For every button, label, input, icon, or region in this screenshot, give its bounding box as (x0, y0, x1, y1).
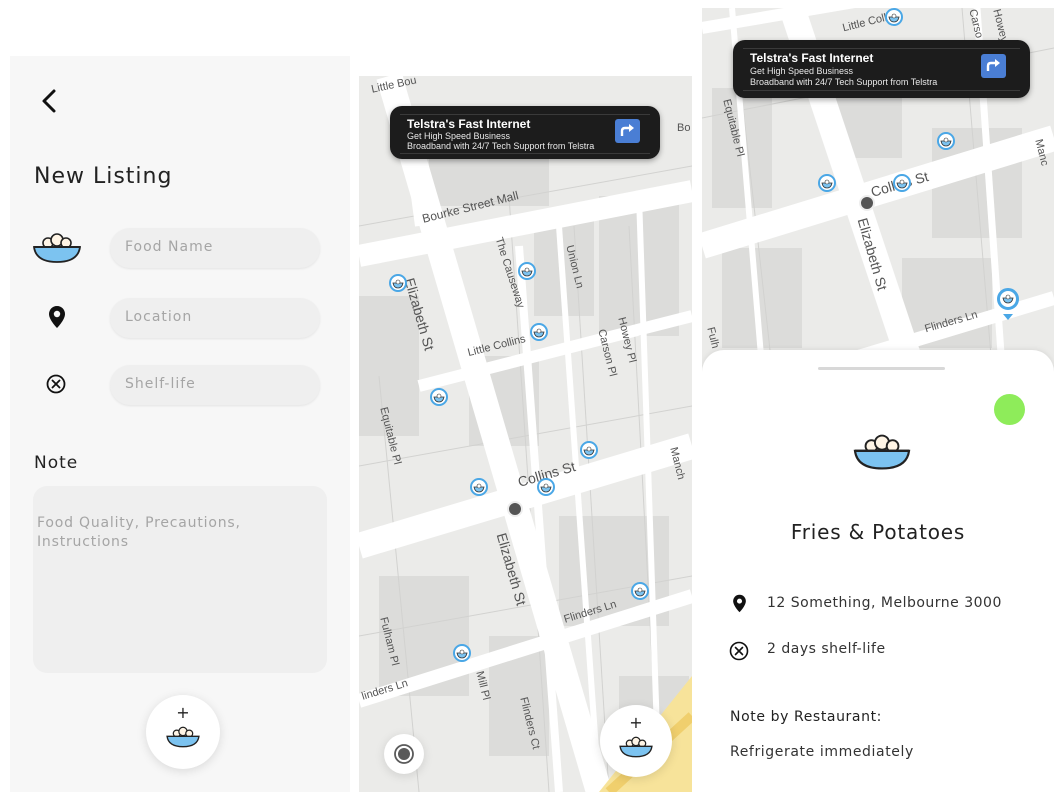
new-listing-screen: New Listing Food Name Location Shelf-lif… (10, 56, 350, 792)
food-bowl-icon (619, 736, 653, 758)
availability-status-dot (994, 394, 1025, 425)
location-placeholder: Location (125, 309, 193, 325)
note-heading: Note by Restaurant: (730, 709, 882, 725)
location-field[interactable]: Location (110, 298, 320, 338)
chevron-left-icon[interactable] (38, 88, 60, 114)
food-pin[interactable] (818, 174, 836, 192)
location-pin-icon (733, 594, 746, 613)
shelf-life-field[interactable]: Shelf-life (110, 365, 320, 405)
page-title: New Listing (34, 164, 173, 189)
listing-detail-sheet: Fries & Potatoes 12 Something, Melbourne… (702, 350, 1054, 792)
food-bowl-icon (853, 434, 911, 470)
shelf-life-text: 2 days shelf-life (767, 641, 886, 657)
map-canvas[interactable] (359, 76, 692, 792)
ad-line: Broadband with 24/7 Tech Support from Te… (407, 141, 595, 151)
ad-banner[interactable]: Telstra's Fast Internet Get High Speed B… (390, 106, 660, 159)
ad-forward-button[interactable] (615, 119, 640, 143)
note-text: Refrigerate immediately (730, 744, 914, 760)
ad-title: Telstra's Fast Internet (750, 51, 874, 65)
street-label: Bo (677, 122, 691, 134)
add-listing-button[interactable]: + (600, 705, 672, 777)
locate-me-button[interactable] (384, 734, 424, 774)
address-text: 12 Something, Melbourne 3000 (767, 595, 1002, 611)
add-listing-button[interactable]: + (146, 695, 220, 769)
forward-arrow-icon (986, 59, 1000, 71)
food-pin[interactable] (537, 478, 555, 496)
shelf-life-placeholder: Shelf-life (125, 376, 196, 392)
food-pin[interactable] (530, 323, 548, 341)
close-circle-icon (729, 641, 749, 661)
divider (400, 114, 650, 115)
ad-forward-button[interactable] (981, 54, 1006, 78)
selected-food-pin[interactable] (997, 288, 1019, 310)
map-screen: Little Bou Bo Bourke Street Mall Elizabe… (359, 76, 692, 792)
drag-handle[interactable] (818, 367, 945, 370)
target-icon (394, 744, 414, 764)
food-pin[interactable] (631, 582, 649, 600)
divider (743, 48, 1020, 49)
food-pin[interactable] (885, 8, 903, 26)
food-pin[interactable] (580, 441, 598, 459)
food-name-placeholder: Food Name (125, 239, 214, 255)
current-location-dot (859, 195, 875, 211)
listing-detail-screen: Little Collin Carso Howey Equitable Pl M… (702, 8, 1054, 792)
ad-banner[interactable]: Telstra's Fast Internet Get High Speed B… (733, 40, 1030, 98)
food-bowl-icon (32, 233, 82, 263)
note-placeholder: Food Quality, Precautions, Instructions (37, 515, 241, 550)
food-pin[interactable] (453, 644, 471, 662)
food-pin[interactable] (893, 174, 911, 192)
note-label: Note (34, 453, 79, 473)
divider (400, 153, 650, 154)
plus-label: + (176, 703, 190, 722)
food-title: Fries & Potatoes (790, 520, 966, 544)
food-pin[interactable] (430, 388, 448, 406)
food-name-field[interactable]: Food Name (110, 228, 320, 268)
current-location-dot (507, 501, 523, 517)
caret-down-icon (1003, 314, 1013, 320)
plus-label: + (629, 713, 643, 732)
food-bowl-icon (166, 726, 200, 748)
divider (743, 90, 1020, 91)
ad-line: Get High Speed Business (407, 131, 511, 141)
note-textarea[interactable]: Food Quality, Precautions, Instructions (33, 486, 327, 673)
close-circle-icon (46, 374, 66, 394)
forward-arrow-icon (620, 124, 634, 136)
food-pin[interactable] (470, 478, 488, 496)
ad-title: Telstra's Fast Internet (407, 117, 531, 131)
ad-line: Broadband with 24/7 Tech Support from Te… (750, 77, 938, 87)
food-pin[interactable] (518, 262, 536, 280)
ad-line: Get High Speed Business (750, 66, 854, 76)
location-pin-icon (49, 306, 65, 328)
food-pin[interactable] (937, 132, 955, 150)
food-pin[interactable] (389, 274, 407, 292)
